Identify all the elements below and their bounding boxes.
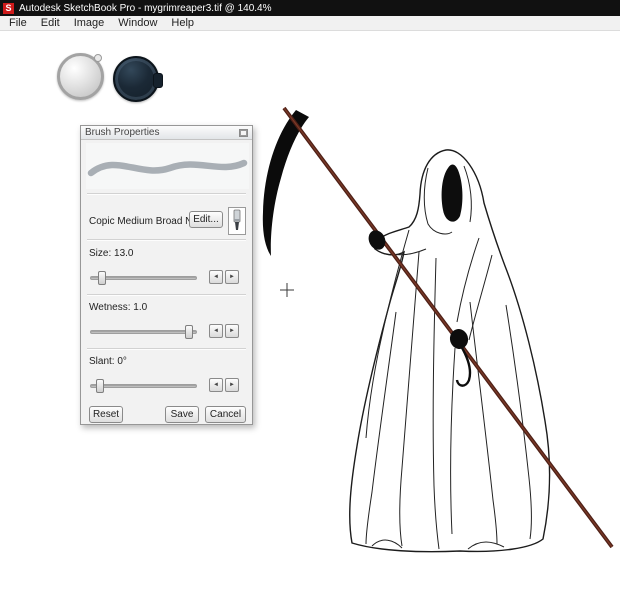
menu-edit[interactable]: Edit (34, 16, 67, 31)
puck-tab-icon (153, 73, 163, 88)
slant-slider: ◄ ► (81, 378, 252, 393)
window-title: Autodesk SketchBook Pro - mygrimreaper3.… (19, 2, 272, 14)
puck-notch-icon (94, 54, 102, 62)
brush-puck-dark[interactable] (113, 56, 163, 102)
panel-title: Brush Properties (85, 127, 160, 138)
slant-slider-thumb[interactable] (96, 379, 105, 393)
size-slider-thumb[interactable] (97, 271, 106, 285)
brush-name-row: Copic Medium Broad Nib Edit... (81, 206, 252, 236)
title-bar[interactable]: S Autodesk SketchBook Pro - mygrimreaper… (0, 0, 620, 16)
cursor-crosshair (280, 283, 294, 297)
menu-image[interactable]: Image (67, 16, 112, 31)
size-slider: ◄ ► (81, 270, 252, 285)
cancel-button[interactable]: Cancel (205, 406, 246, 423)
menu-file[interactable]: File (2, 16, 34, 31)
menu-bar: File Edit Image Window Help (0, 16, 620, 31)
panel-minimize-icon[interactable] (239, 128, 248, 137)
size-increment-button[interactable]: ► (225, 270, 239, 284)
save-button[interactable]: Save (165, 406, 199, 423)
wetness-decrement-button[interactable]: ◄ (209, 324, 223, 338)
panel-header[interactable]: Brush Properties (81, 126, 252, 140)
brush-name: Copic Medium Broad Nib (89, 216, 201, 227)
wetness-slider-track[interactable] (90, 325, 197, 339)
slant-decrement-button[interactable]: ◄ (209, 378, 223, 392)
divider (87, 193, 246, 195)
brush-properties-panel: Brush Properties Copic Medium Broad Nib … (80, 125, 253, 425)
reset-button[interactable]: Reset (89, 406, 123, 423)
menu-help[interactable]: Help (164, 16, 201, 31)
app-window: S Autodesk SketchBook Pro - mygrimreaper… (0, 0, 620, 598)
brush-stroke-preview (86, 143, 249, 189)
size-slider-track[interactable] (90, 271, 197, 285)
wetness-slider: ◄ ► (81, 324, 252, 339)
brush-puck-light[interactable] (57, 53, 104, 100)
app-logo-icon: S (3, 2, 14, 14)
divider (87, 294, 246, 296)
menu-window[interactable]: Window (111, 16, 164, 31)
slant-slider-track[interactable] (90, 379, 197, 393)
wetness-increment-button[interactable]: ► (225, 324, 239, 338)
brush-nib-icon (228, 207, 246, 235)
divider (87, 348, 246, 350)
size-label: Size: 13.0 (89, 248, 134, 259)
slant-increment-button[interactable]: ► (225, 378, 239, 392)
divider (87, 239, 246, 241)
size-decrement-button[interactable]: ◄ (209, 270, 223, 284)
slant-label: Slant: 0° (89, 356, 127, 367)
edit-button[interactable]: Edit... (189, 211, 223, 228)
wetness-slider-thumb[interactable] (184, 325, 193, 339)
wetness-label: Wetness: 1.0 (89, 302, 148, 313)
